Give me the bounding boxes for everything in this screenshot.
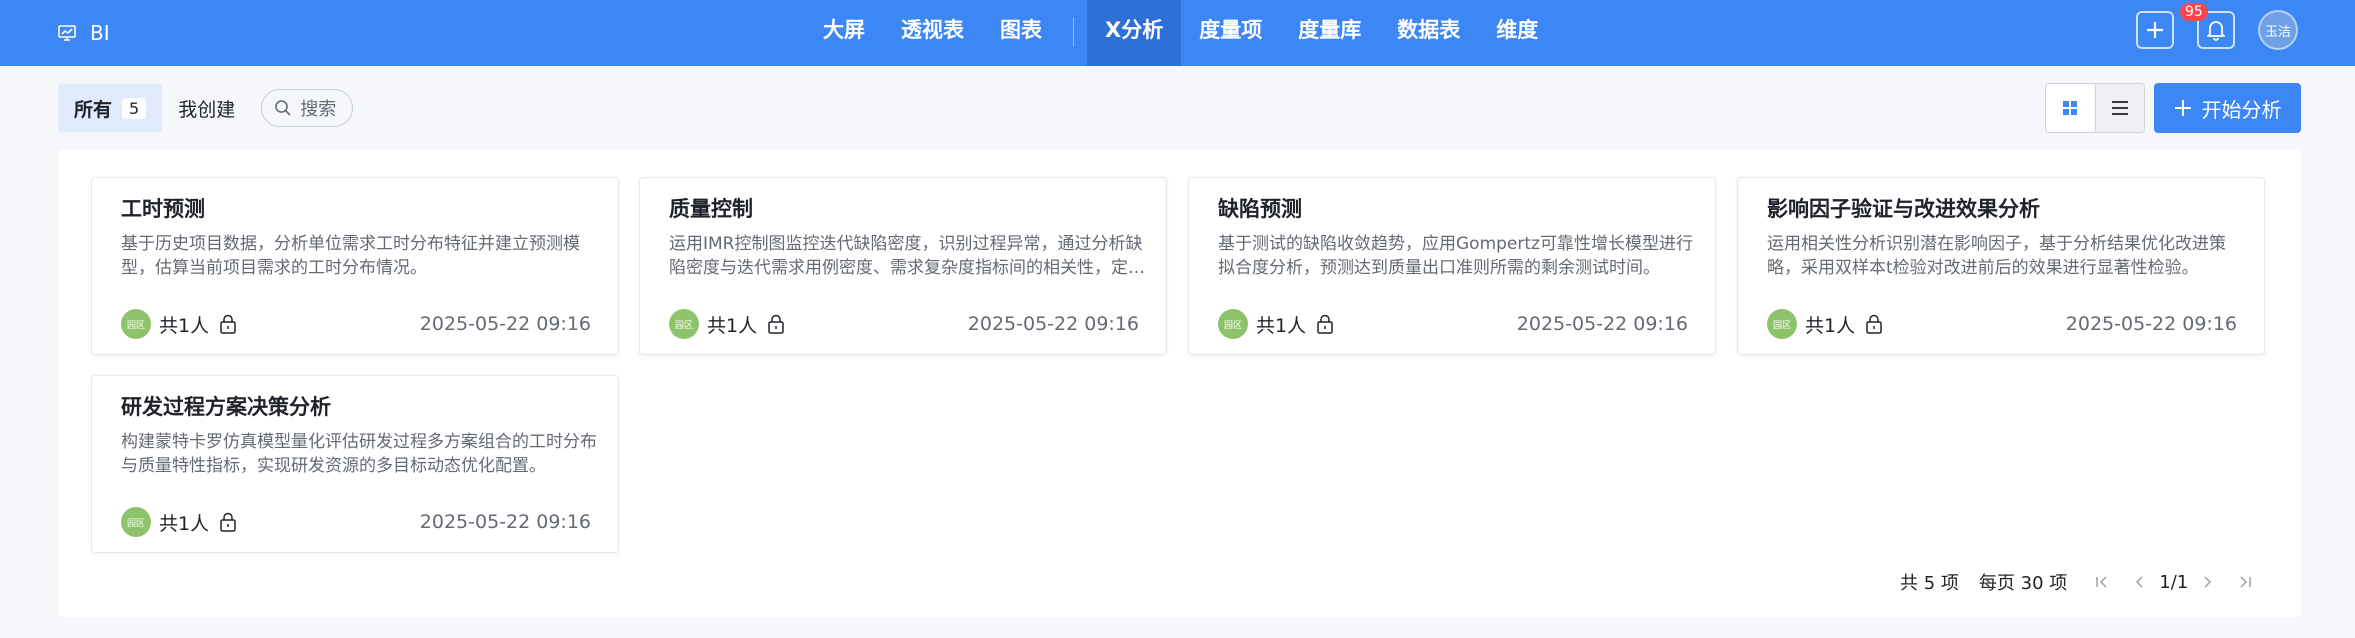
prev-page-icon[interactable] — [2133, 575, 2145, 589]
card-date: 2025-05-22 09:16 — [419, 511, 591, 533]
lock-icon — [219, 512, 237, 532]
search-icon — [275, 100, 291, 116]
nav-item-pivot[interactable]: 透视表 — [883, 0, 982, 66]
pagination-total: 共 5 项 — [1900, 573, 1959, 594]
tab-all[interactable]: 所有 5 — [58, 84, 163, 132]
brand-label: BI — [90, 21, 110, 45]
card-footer: 园区 共1人 2025-05-22 09:16 — [1218, 309, 1688, 339]
last-page-icon[interactable] — [2238, 575, 2252, 589]
card-description: 运用IMR控制图监控迭代缺陷密度，识别过程异常，通过分析缺陷密度与迭代需求用例密… — [669, 234, 1145, 278]
shared-count: 共1人 — [1805, 314, 1856, 337]
list-view-button[interactable] — [2094, 84, 2144, 132]
card-footer: 园区 共1人 2025-05-22 09:16 — [121, 507, 591, 537]
first-page-icon[interactable] — [2095, 575, 2109, 589]
lock-icon — [219, 314, 237, 334]
card-title: 影响因子验证与改进效果分析 — [1767, 197, 2040, 221]
owner-avatar: 园区 — [121, 507, 151, 537]
page-indicator: 1/1 — [2159, 571, 2189, 593]
filter-bar: 所有 5 我创建 搜索 — [58, 84, 354, 132]
grid-view-button[interactable] — [2046, 84, 2095, 132]
shared-count: 共1人 — [159, 314, 210, 337]
monitor-chart-icon — [58, 25, 76, 41]
nav-divider — [1073, 17, 1074, 47]
card-description: 构建蒙特卡罗仿真模型量化评估研发过程多方案组合的工时分布与质量特性指标，实现研发… — [121, 432, 597, 476]
analysis-card[interactable]: 研发过程方案决策分析 构建蒙特卡罗仿真模型量化评估研发过程多方案组合的工时分布与… — [91, 375, 619, 553]
card-footer: 园区 共1人 2025-05-22 09:16 — [669, 309, 1139, 339]
start-analysis-button[interactable]: 开始分析 — [2154, 83, 2301, 133]
lock-icon — [1316, 314, 1334, 334]
search-placeholder: 搜索 — [300, 99, 337, 120]
add-button[interactable] — [2136, 11, 2174, 49]
analysis-card[interactable]: 质量控制 运用IMR控制图监控迭代缺陷密度，识别过程异常，通过分析缺陷密度与迭代… — [639, 177, 1167, 355]
shared-count: 共1人 — [1256, 314, 1307, 337]
shared-count: 共1人 — [159, 512, 210, 535]
lock-icon — [767, 314, 785, 334]
nav-item-screen[interactable]: 大屏 — [805, 0, 883, 66]
owner-avatar: 园区 — [1218, 309, 1248, 339]
search-input[interactable]: 搜索 — [261, 89, 354, 127]
nav-item-metrics[interactable]: 度量项 — [1181, 0, 1280, 66]
card-title: 缺陷预测 — [1218, 197, 1302, 221]
nav-item-x-analysis[interactable]: X分析 — [1087, 0, 1182, 66]
card-date: 2025-05-22 09:16 — [967, 313, 1139, 335]
shared-count: 共1人 — [707, 314, 758, 337]
owner-avatar: 园区 — [669, 309, 699, 339]
card-title: 研发过程方案决策分析 — [121, 395, 331, 419]
card-footer: 园区 共1人 2025-05-22 09:16 — [1767, 309, 2237, 339]
card-date: 2025-05-22 09:16 — [1516, 313, 1688, 335]
tab-all-count: 5 — [122, 97, 147, 119]
bell-icon — [2207, 21, 2225, 41]
nav-item-data-tables[interactable]: 数据表 — [1379, 0, 1478, 66]
card-title: 质量控制 — [669, 197, 753, 221]
tab-all-label: 所有 — [74, 98, 113, 121]
page-size-select[interactable]: 每页 30 项 — [1979, 569, 2067, 595]
analysis-card[interactable]: 工时预测 基于历史项目数据，分析单位需求工时分布特征并建立预测模型，估算当前项目… — [91, 177, 619, 355]
card-title: 工时预测 — [121, 197, 205, 221]
main-nav: 大屏 透视表 图表 X分析 度量项 度量库 数据表 维度 — [805, 0, 1556, 66]
analysis-list-panel: 工时预测 基于历史项目数据，分析单位需求工时分布特征并建立预测模型，估算当前项目… — [58, 150, 2301, 617]
grid-icon — [2063, 101, 2078, 115]
card-description: 基于测试的缺陷收敛趋势，应用Gompertz可靠性增长模型进行拟合度分析，预测达… — [1218, 234, 1693, 278]
notification-badge: 95 — [2180, 3, 2208, 21]
plus-icon — [2174, 100, 2191, 116]
card-description: 运用相关性分析识别潜在影响因子，基于分析结果优化改进策略，采用双样本t检验对改进… — [1767, 234, 2226, 278]
user-avatar[interactable]: 玉洁 — [2258, 10, 2298, 50]
owner-avatar: 园区 — [1767, 309, 1797, 339]
nav-item-chart[interactable]: 图表 — [982, 0, 1060, 66]
next-page-icon[interactable] — [2202, 575, 2214, 589]
list-icon — [2111, 101, 2128, 115]
owner-avatar: 园区 — [121, 309, 151, 339]
card-date: 2025-05-22 09:16 — [419, 313, 591, 335]
start-analysis-label: 开始分析 — [2201, 97, 2282, 122]
card-footer: 园区 共1人 2025-05-22 09:16 — [121, 309, 591, 339]
view-toggle — [2045, 83, 2145, 133]
nav-item-dimensions[interactable]: 维度 — [1478, 0, 1556, 66]
nav-item-metric-library[interactable]: 度量库 — [1280, 0, 1379, 66]
card-date: 2025-05-22 09:16 — [2065, 313, 2237, 335]
top-nav-bar: BI 大屏 透视表 图表 X分析 度量项 度量库 数据表 维度 95 玉洁 — [0, 0, 2355, 66]
pagination: 共 5 项 每页 30 项 1/1 — [1900, 568, 2252, 596]
brand[interactable]: BI — [58, 18, 110, 48]
tab-created-by-me[interactable]: 我创建 — [178, 95, 235, 122]
lock-icon — [1865, 314, 1883, 334]
plus-icon — [2147, 22, 2163, 38]
card-description: 基于历史项目数据，分析单位需求工时分布特征并建立预测模型，估算当前项目需求的工时… — [121, 234, 580, 278]
analysis-card[interactable]: 缺陷预测 基于测试的缺陷收敛趋势，应用Gompertz可靠性增长模型进行拟合度分… — [1188, 177, 1716, 355]
analysis-card[interactable]: 影响因子验证与改进效果分析 运用相关性分析识别潜在影响因子，基于分析结果优化改进… — [1737, 177, 2265, 355]
